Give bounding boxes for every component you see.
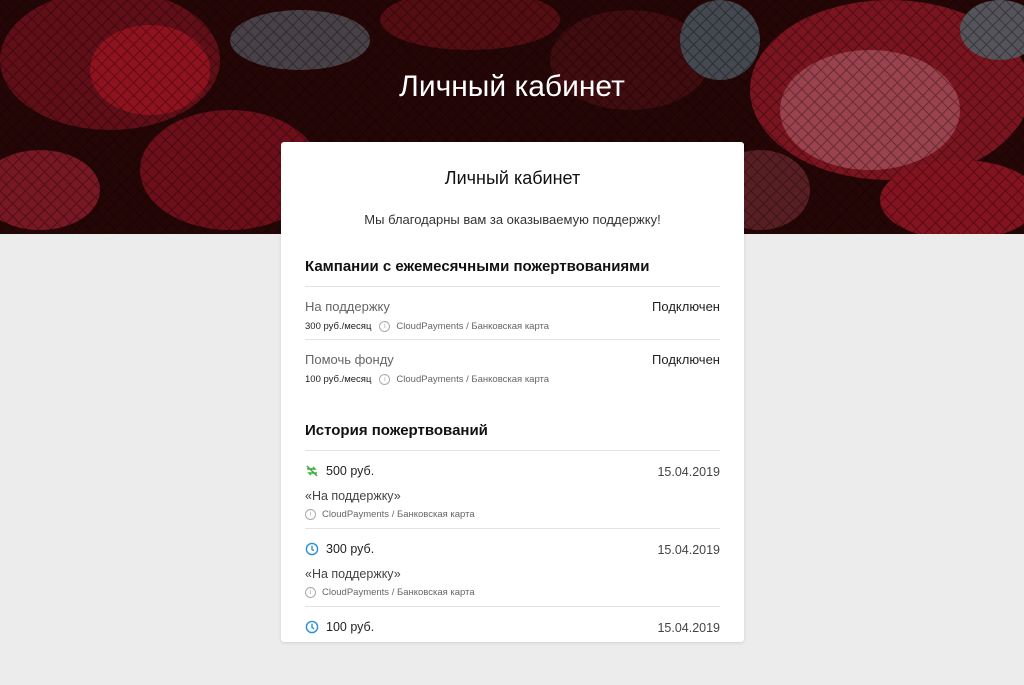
- info-icon: i: [379, 321, 391, 332]
- donation-amount: 300 руб.: [326, 542, 375, 556]
- card-title: Личный кабинет: [444, 168, 581, 188]
- donation-campaign: «На поддержку»: [305, 567, 401, 581]
- recurring-cancelled-icon: [306, 465, 318, 477]
- history-row: 500 руб. 15.04.2019 «На поддержку» i Clo…: [305, 451, 720, 529]
- donation-amount: 100 руб.: [326, 620, 375, 634]
- donation-gateway: CloudPayments / Банковская карта: [322, 509, 475, 520]
- page-title: Личный кабинет: [399, 70, 625, 103]
- history-section-title: История пожертвований: [305, 393, 720, 451]
- info-icon: i: [305, 587, 316, 598]
- campaigns-section-title: Кампании с ежемесячными пожертвованиями: [305, 227, 720, 287]
- campaign-row: На поддержку Подключен 300 руб./месяц i …: [305, 287, 720, 340]
- account-card: Личный кабинет Мы благодарны вам за оказ…: [281, 142, 744, 642]
- donation-date: 15.04.2019: [657, 543, 720, 557]
- history-list: 500 руб. 15.04.2019 «На поддержку» i Clo…: [305, 451, 720, 685]
- history-row: 300 руб. 15.04.2019 «На поддержку» i Clo…: [305, 529, 720, 607]
- campaign-gateway: CloudPayments / Банковская карта: [396, 321, 550, 332]
- history-row: 100 руб. 15.04.2019: [305, 607, 720, 685]
- campaign-name: На поддержку: [305, 299, 390, 314]
- thank-you-message: Мы благодарны вам за оказываемую поддерж…: [364, 212, 661, 227]
- campaign-amount: 300 руб./месяц: [305, 321, 372, 332]
- campaign-amount: 100 руб./месяц: [305, 374, 372, 385]
- campaign-status[interactable]: Подключен: [652, 352, 720, 367]
- campaign-name: Помочь фонду: [305, 352, 394, 367]
- donation-campaign: «На поддержку»: [305, 489, 401, 503]
- donation-gateway: CloudPayments / Банковская карта: [322, 587, 475, 598]
- clock-icon: [305, 542, 319, 556]
- campaign-status[interactable]: Подключен: [652, 299, 720, 314]
- clock-icon: [305, 620, 319, 634]
- campaign-row: Помочь фонду Подключен 100 руб./месяц i …: [305, 340, 720, 393]
- campaign-meta: 100 руб./месяц i CloudPayments / Банковс…: [305, 374, 549, 385]
- campaign-gateway: CloudPayments / Банковская карта: [396, 374, 550, 385]
- donation-amount: 500 руб.: [326, 464, 375, 478]
- campaigns-list: На поддержку Подключен 300 руб./месяц i …: [305, 287, 720, 393]
- campaign-meta: 300 руб./месяц i CloudPayments / Банковс…: [305, 321, 549, 332]
- info-icon: i: [379, 374, 391, 385]
- donation-date: 15.04.2019: [657, 465, 720, 479]
- info-icon: i: [305, 509, 316, 520]
